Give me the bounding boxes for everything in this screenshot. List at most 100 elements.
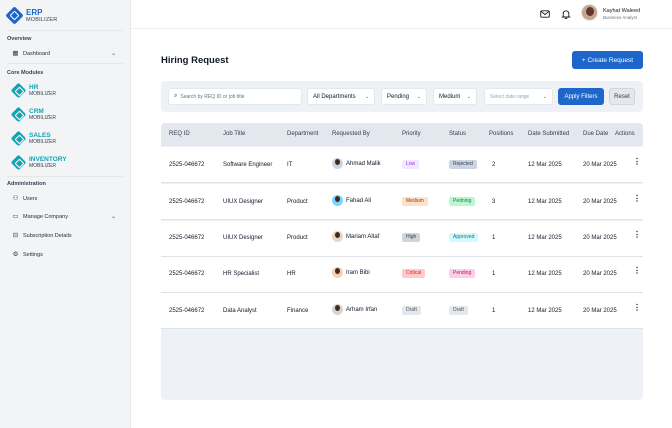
status-select[interactable]: Pending ⌄: [381, 88, 427, 105]
page-title: Hiring Request: [161, 55, 229, 66]
sidebar-module-hr[interactable]: HR MOBILIZER: [12, 84, 56, 97]
sidebar-item-label: Settings: [23, 251, 43, 258]
company-icon: ▭: [12, 213, 19, 220]
requested-by: Arham Irfan: [332, 304, 377, 315]
subscription-icon: ⊟: [12, 232, 19, 239]
divider: [7, 176, 123, 177]
search-input[interactable]: ⌕ Search by REQ ID or job title: [168, 88, 302, 105]
sidebar-item-settings[interactable]: ⚙ Settings: [12, 251, 116, 258]
department: Product: [287, 235, 308, 241]
job-title: HR Specialist: [223, 271, 260, 277]
reset-button[interactable]: Reset: [609, 88, 635, 105]
brand-logo[interactable]: ERP MOBILIZER: [7, 8, 57, 24]
priority-badge: Low: [402, 160, 420, 169]
inventory-module-icon: [12, 156, 25, 169]
sidebar-item-dashboard[interactable]: ▦ Dashboard ⌄: [12, 50, 116, 57]
positions: 1: [492, 308, 496, 314]
create-request-button[interactable]: + Create Request: [572, 51, 643, 69]
department-select[interactable]: All Departments ⌄: [307, 88, 375, 105]
department: IT: [287, 162, 293, 168]
due-date: 20 Mar 2025: [583, 235, 617, 241]
brand-sub: MOBILIZER: [26, 17, 58, 23]
more-actions-icon[interactable]: ⋮: [633, 267, 641, 275]
date-range-select[interactable]: Select date range ⌄: [484, 88, 553, 105]
due-date: 20 Mar 2025: [583, 308, 617, 314]
req-id: 2525-046672: [169, 162, 205, 168]
priority-badge: Critical: [402, 269, 426, 278]
status-badge: Pending: [449, 269, 476, 278]
avatar: [332, 267, 343, 278]
bell-icon[interactable]: [561, 9, 571, 19]
col-requested-by[interactable]: Requested By: [332, 131, 370, 137]
status-badge: Rejected: [449, 160, 477, 169]
section-administration: Administration: [7, 181, 46, 187]
req-id: 2525-046672: [169, 308, 205, 314]
sidebar-item-manage-company[interactable]: ▭ Manage Company ⌄: [12, 213, 116, 220]
sidebar-module-sales[interactable]: SALES MOBILIZER: [12, 132, 56, 145]
status-badge: Approved: [449, 233, 479, 242]
requested-by: Iram Bibi: [332, 267, 370, 278]
select-placeholder: Select date range: [490, 93, 530, 100]
sidebar-item-label: Subscription Details: [23, 232, 72, 239]
erp-logo-icon: [7, 8, 23, 24]
priority-badge: Draft: [402, 306, 421, 315]
apply-filters-button[interactable]: Apply Filters: [558, 88, 604, 105]
positions: 1: [492, 271, 496, 277]
avatar: [332, 304, 343, 315]
gear-icon: ⚙: [12, 251, 19, 258]
module-sub: MOBILIZER: [29, 139, 56, 145]
col-status[interactable]: Status: [449, 131, 466, 137]
avatar: [332, 158, 343, 169]
requester-name: Fahad Ali: [346, 197, 372, 204]
priority-badge: High: [402, 233, 421, 242]
job-title: Data Analyst: [223, 308, 257, 314]
requested-by: Ahmad Malik: [332, 158, 381, 169]
req-id: 2525-046672: [169, 199, 205, 205]
requester-name: Mariam Altaf: [346, 233, 380, 240]
sidebar: ERP MOBILIZER Overview ▦ Dashboard ⌄ Cor…: [0, 0, 131, 428]
chevron-down-icon: ⌄: [110, 214, 116, 220]
module-name: CRM: [29, 108, 44, 115]
select-value: Pending: [387, 93, 410, 100]
col-priority[interactable]: Priority: [402, 131, 421, 137]
avatar: [332, 195, 343, 206]
module-sub: MOBILIZER: [29, 115, 56, 121]
positions: 1: [492, 235, 496, 241]
status-badge: Pedning: [449, 197, 476, 206]
req-id: 2525-046672: [169, 271, 205, 277]
module-name: SALES: [29, 132, 51, 139]
mail-icon[interactable]: [540, 9, 550, 19]
col-req-id[interactable]: REQ ID: [169, 131, 190, 137]
department: Product: [287, 199, 308, 205]
section-overview: Overview: [7, 36, 32, 42]
more-actions-icon[interactable]: ⋮: [633, 195, 641, 203]
date-submitted: 12 Mar 2025: [528, 308, 562, 314]
requester-name: Arham Irfan: [346, 306, 378, 313]
col-department[interactable]: Department: [287, 131, 318, 137]
date-submitted: 12 Mar 2025: [528, 162, 562, 168]
sidebar-item-label: Dashboard: [23, 50, 50, 57]
requested-by: Mariam Altaf: [332, 231, 379, 242]
grid-icon: ▦: [12, 50, 19, 57]
user-name: Kayhat Waleed: [603, 8, 641, 14]
module-name: HR: [29, 84, 39, 91]
sidebar-module-crm[interactable]: CRM MOBILIZER: [12, 108, 56, 121]
more-actions-icon[interactable]: ⋮: [633, 158, 641, 166]
more-actions-icon[interactable]: ⋮: [633, 231, 641, 239]
chevron-down-icon: ⌄: [542, 93, 547, 100]
col-job-title[interactable]: Job Title: [223, 131, 245, 137]
sidebar-item-subscription[interactable]: ⊟ Subscription Details: [12, 232, 116, 239]
sidebar-module-inventory[interactable]: INVENTORY MOBILIZER: [12, 156, 67, 169]
section-core-modules: Core Modules: [7, 70, 44, 76]
sidebar-item-users[interactable]: ⚇ Users: [12, 195, 116, 202]
department: Finance: [287, 308, 309, 314]
sidebar-item-label: Users: [23, 195, 38, 202]
req-id: 2525-046672: [169, 235, 205, 241]
more-actions-icon[interactable]: ⋮: [633, 304, 641, 312]
priority-select[interactable]: Medium ⌄: [433, 88, 477, 105]
date-submitted: 12 Mar 2025: [528, 271, 562, 277]
user-avatar[interactable]: [581, 4, 598, 21]
col-date-submitted[interactable]: Date Submitted: [528, 131, 569, 137]
col-positions[interactable]: Positions: [489, 131, 513, 137]
col-due-date[interactable]: Due Date: [583, 131, 608, 137]
